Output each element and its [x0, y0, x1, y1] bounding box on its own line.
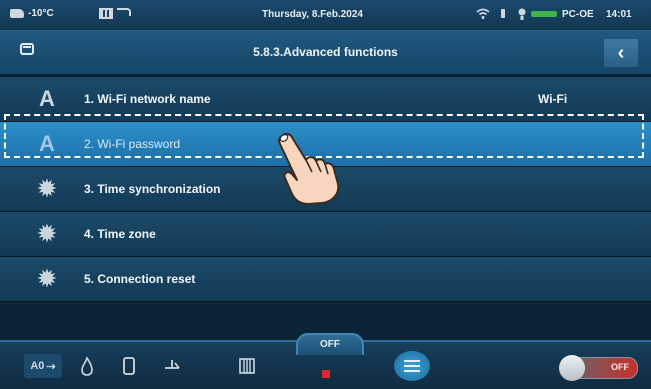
list-item-label: 4. Time zone — [84, 227, 156, 241]
menu-line — [404, 360, 420, 362]
status-bar: -10°C Thursday, 8.Feb.2024 PC-OE 14:01 — [0, 0, 651, 31]
flow-arrow-icon: ⇢ — [46, 360, 56, 373]
outdoor-temperature: -10°C — [10, 8, 54, 19]
device-label: PC-OE — [562, 9, 594, 20]
page-title: 5.8.3.Advanced functions — [253, 45, 398, 59]
off-status-tab[interactable]: OFF — [296, 333, 364, 355]
list-item-wifi-network-name[interactable]: A 1. Wi-Fi network name Wi-Fi — [0, 77, 651, 122]
auto-mode-button[interactable]: A0 ⇢ — [24, 354, 62, 378]
list-item-time-zone[interactable]: ✹ 4. Time zone — [0, 212, 651, 257]
stop-button[interactable] — [322, 370, 330, 378]
toggle-knob — [559, 355, 585, 381]
list-item-label: 5. Connection reset — [84, 272, 196, 286]
boiler-icon[interactable] — [122, 354, 136, 378]
signal-icon — [501, 9, 505, 18]
list-item-label: 3. Time synchronization — [84, 182, 221, 196]
menu-line — [404, 370, 420, 372]
radiator-icon — [99, 8, 113, 19]
temperature-text: -10°C — [28, 8, 54, 19]
clock-text: 14:01 — [606, 9, 632, 20]
menu-button[interactable] — [394, 351, 430, 381]
auto-mode-label: A0 — [30, 360, 45, 372]
battery-indicator — [531, 11, 557, 17]
letter-a-icon: A — [39, 131, 55, 156]
gear-icon: ✹ — [37, 266, 57, 291]
pump-icon[interactable] — [163, 354, 181, 378]
list-item-label: 2. Wi-Fi password — [84, 137, 181, 151]
gear-icon: ✹ — [37, 221, 57, 246]
flow-arrow-icon — [117, 8, 131, 16]
list-item-value: Wi-Fi — [538, 92, 568, 106]
list-item-label: 1. Wi-Fi network name — [84, 92, 211, 106]
list-item-connection-reset[interactable]: ✹ 5. Connection reset — [0, 257, 651, 302]
back-button[interactable]: ‹ — [604, 39, 638, 67]
chevron-left-icon: ‹ — [617, 41, 625, 64]
toggle-label: OFF — [611, 362, 629, 372]
title-bar: 5.8.3.Advanced functions ‹ — [0, 31, 651, 74]
date-text: Thursday, 8.Feb.2024 — [262, 9, 363, 20]
lamp-icon — [518, 8, 526, 20]
radiator-icon[interactable] — [238, 354, 256, 378]
gear-icon: ✹ — [37, 176, 57, 201]
wifi-icon — [476, 8, 490, 19]
menu-line — [404, 365, 420, 367]
thermometer-icon — [10, 9, 24, 18]
battery-fill — [531, 11, 557, 17]
flame-icon[interactable] — [80, 354, 94, 378]
power-toggle[interactable]: OFF — [559, 355, 638, 381]
pointing-hand-icon — [277, 132, 340, 205]
letter-a-icon: A — [39, 86, 55, 111]
